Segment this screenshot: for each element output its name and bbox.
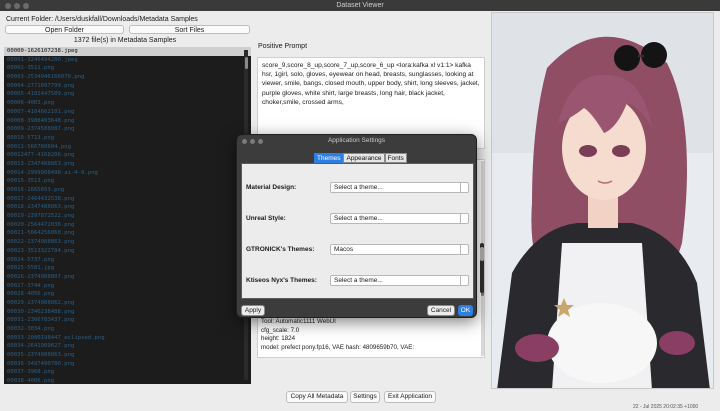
unreal-style-value: Select a theme...	[334, 215, 383, 222]
timestamp-text: 22 - Jul 2025 20:02:35 +1000	[633, 404, 699, 410]
material-design-label: Material Design:	[246, 184, 297, 191]
gtronick-themes-label: GTRONICK's Themes:	[246, 246, 315, 253]
file-list-item[interactable]: 00022-2374988863.png	[4, 238, 251, 247]
file-list-item[interactable]: 00028-4056.png	[4, 290, 251, 299]
ktiseos-nyx-themes-select[interactable]: Select a theme...	[330, 275, 469, 286]
dialog-title: Application Settings	[327, 137, 386, 144]
anime-character-illustration	[492, 13, 713, 388]
file-list-item[interactable]: 00036-3497490780.png	[4, 360, 251, 369]
file-list-scroll-thumb[interactable]	[245, 57, 248, 69]
file-list-item[interactable]: 00011-566780604.png	[4, 143, 251, 152]
file-list-item[interactable]: 00027-3744.png	[4, 282, 251, 291]
file-list-item[interactable]: 00021-5664256068.png	[4, 229, 251, 238]
material-design-value: Select a theme...	[334, 184, 383, 191]
material-design-select[interactable]: Select a theme...	[330, 182, 469, 193]
file-list-item[interactable]: 00013-2347488863.png	[4, 160, 251, 169]
themes-panel: Material Design: Select a theme... Unrea…	[241, 163, 474, 299]
apply-button[interactable]: Apply	[241, 305, 265, 316]
settings-dialog: Application Settings Themes Appearance F…	[236, 134, 484, 318]
file-list-item[interactable]: 00034-2641909627.png	[4, 342, 251, 351]
file-list-item[interactable]: 00009-2374588087.png	[4, 125, 251, 134]
chevron-down-icon	[460, 183, 468, 192]
settings-button[interactable]: Settings	[350, 391, 380, 403]
file-list-item[interactable]: 00008-3988403648.png	[4, 117, 251, 126]
file-list-item[interactable]: 00010-5713.png	[4, 134, 251, 143]
file-list-item[interactable]: 00020-2564472036.png	[4, 221, 251, 230]
sort-files-button[interactable]: Sort Files	[129, 25, 250, 34]
dialog-scroll-thumb[interactable]	[480, 247, 484, 261]
positive-prompt-label: Positive Prompt	[258, 43, 308, 50]
tab-themes[interactable]: Themes	[314, 153, 344, 163]
file-list-item[interactable]: 00000-1626107238.jpeg	[4, 47, 251, 56]
file-list-item[interactable]: 00032-3034.png	[4, 325, 251, 334]
copy-all-metadata-button[interactable]: Copy All Metadata	[286, 391, 348, 403]
dialog-title-bar: Application Settings	[237, 135, 476, 147]
file-list-item[interactable]: 00017-2464432538.png	[4, 195, 251, 204]
file-list-item[interactable]: 00031-2366783437.png	[4, 316, 251, 325]
file-list-item[interactable]: 00037-3968.png	[4, 368, 251, 377]
unreal-style-label: Unreal Style:	[246, 215, 286, 222]
metadata-line: Tool: Automatic1111 WebUI	[261, 318, 336, 325]
chevron-down-icon	[460, 276, 468, 285]
file-list-item[interactable]: 00025-5581.jpg	[4, 264, 251, 273]
file-list-item[interactable]: 00001-3246494280.jpeg	[4, 56, 251, 65]
file-list-item[interactable]: 00026-2374988807.png	[4, 273, 251, 282]
file-list-item[interactable]: 00002-3511.png	[4, 64, 251, 73]
metadata-line: model: prefect pony.fp16, VAE hash: 4809…	[261, 343, 415, 351]
file-list-item[interactable]: 00005-4102447589.png	[4, 90, 251, 99]
gtronick-themes-value: Macos	[334, 246, 354, 253]
cancel-button[interactable]: Cancel	[427, 305, 455, 316]
file-list-item[interactable]: 00006-4003.png	[4, 99, 251, 108]
unreal-style-select[interactable]: Select a theme...	[330, 213, 469, 224]
file-list-item[interactable]: 00019-2397872522.png	[4, 212, 251, 221]
file-list-item[interactable]: 00012477-4168206.png	[4, 151, 251, 160]
file-list-item[interactable]: 00003-2534946166070.png	[4, 73, 251, 82]
file-list-item[interactable]: 00038-4006.png	[4, 377, 251, 384]
file-count-label: 1372 file(s) in Metadata Samples	[73, 37, 177, 44]
window-title: Dataset Viewer	[336, 2, 384, 9]
ktiseos-nyx-themes-label: Ktiseos Nyx's Themes:	[246, 277, 317, 284]
file-list-item[interactable]: 00004-2771097799.png	[4, 82, 251, 91]
ktiseos-nyx-themes-value: Select a theme...	[334, 277, 383, 284]
file-list-item[interactable]: 00015-3513.png	[4, 177, 251, 186]
open-folder-button[interactable]: Open Folder	[5, 25, 124, 34]
file-list-item[interactable]: 00014-2999908498-ai-4-0.png	[4, 169, 251, 178]
metadata-text: Tool: Automatic1111 WebUI cfg_scale: 7.0…	[261, 318, 481, 352]
exit-application-button[interactable]: Exit Application	[384, 391, 436, 403]
tab-fonts[interactable]: Fonts	[384, 153, 407, 163]
file-list-item[interactable]: 00033-2080198447_eclipsed.png	[4, 334, 251, 343]
metadata-line: height: 1824	[261, 335, 296, 343]
chevron-down-icon	[460, 214, 468, 223]
current-folder-label: Current Folder: /Users/duskfall/Download…	[6, 16, 198, 23]
file-list-item[interactable]: 00024-5737.png	[4, 256, 251, 265]
file-list-item[interactable]: 00023-3513322784.png	[4, 247, 251, 256]
metadata-line: cfg_scale: 7.0	[261, 326, 300, 334]
file-list-item[interactable]: 00030-2346238488.png	[4, 308, 251, 317]
gtronick-themes-select[interactable]: Macos	[330, 244, 469, 255]
settings-tabs: Themes Appearance Fonts	[314, 153, 407, 163]
file-list-item[interactable]: 00035-2374988863.png	[4, 351, 251, 360]
file-list-item[interactable]: 00007-4164662101.png	[4, 108, 251, 117]
image-preview	[491, 12, 714, 389]
file-list-item[interactable]: 00018-2347488863.png	[4, 203, 251, 212]
chevron-down-icon	[460, 245, 468, 254]
ok-button[interactable]: OK	[458, 305, 473, 316]
file-list-item[interactable]: 00029-2374988862.png	[4, 299, 251, 308]
title-bar: Dataset Viewer	[0, 0, 720, 11]
file-list[interactable]: 00000-1626107238.jpeg 00001-3246494280.jp…	[4, 47, 251, 384]
tab-appearance[interactable]: Appearance	[343, 153, 385, 163]
file-list-item[interactable]: 00016-1665653.png	[4, 186, 251, 195]
